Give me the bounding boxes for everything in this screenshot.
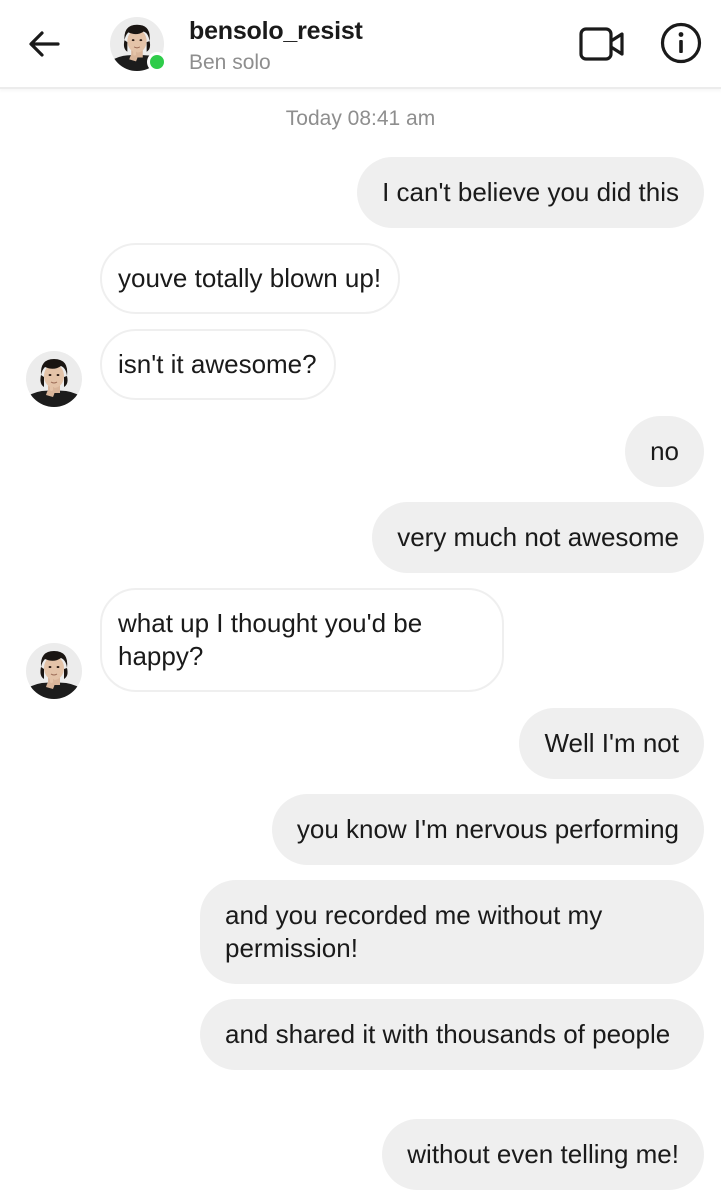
online-status-dot bbox=[147, 52, 167, 72]
outgoing-message[interactable]: very much not awesome bbox=[372, 502, 704, 573]
outgoing-message[interactable]: you know I'm nervous performing bbox=[271, 794, 704, 865]
outgoing-message[interactable]: no bbox=[625, 416, 704, 487]
outgoing-message[interactable]: I can't believe you did this bbox=[357, 157, 704, 228]
message-text: and you recorded me without my permissio… bbox=[225, 900, 603, 963]
message-text: no bbox=[650, 436, 679, 466]
outgoing-message[interactable]: without even telling me! bbox=[382, 1119, 704, 1190]
video-call-icon[interactable] bbox=[578, 22, 626, 66]
back-arrow-icon[interactable] bbox=[22, 22, 66, 66]
outgoing-message[interactable]: and you recorded me without my permissio… bbox=[200, 880, 704, 984]
outgoing-message[interactable]: and shared it with thousands of people bbox=[200, 999, 704, 1070]
message-text: I can't believe you did this bbox=[382, 177, 679, 207]
message-text: what up I thought you'd be happy? bbox=[118, 608, 423, 671]
incoming-message[interactable]: isn't it awesome? bbox=[100, 329, 336, 400]
message-text: you know I'm nervous performing bbox=[296, 814, 679, 844]
message-text: Well I'm not bbox=[544, 728, 679, 758]
incoming-message[interactable]: youve totally blown up! bbox=[100, 243, 401, 314]
message-text: very much not awesome bbox=[397, 522, 679, 552]
info-icon[interactable] bbox=[658, 20, 704, 66]
message-text: without even telling me! bbox=[407, 1139, 679, 1169]
incoming-message[interactable]: what up I thought you'd be happy? bbox=[100, 588, 504, 692]
message-text: isn't it awesome? bbox=[118, 349, 317, 379]
chat-header: bensolo_resist Ben solo bbox=[0, 0, 721, 89]
outgoing-message[interactable]: Well I'm not bbox=[519, 708, 704, 779]
sender-avatar[interactable] bbox=[26, 643, 82, 699]
sender-avatar[interactable] bbox=[26, 351, 82, 407]
message-text: and shared it with thousands of people bbox=[225, 1019, 671, 1049]
chat-username[interactable]: bensolo_resist bbox=[189, 17, 363, 46]
conversation-timestamp: Today 08:41 am bbox=[285, 107, 436, 130]
message-text: youve totally blown up! bbox=[118, 263, 382, 293]
chat-display-name[interactable]: Ben solo bbox=[189, 51, 271, 75]
header-avatar[interactable] bbox=[110, 17, 167, 72]
